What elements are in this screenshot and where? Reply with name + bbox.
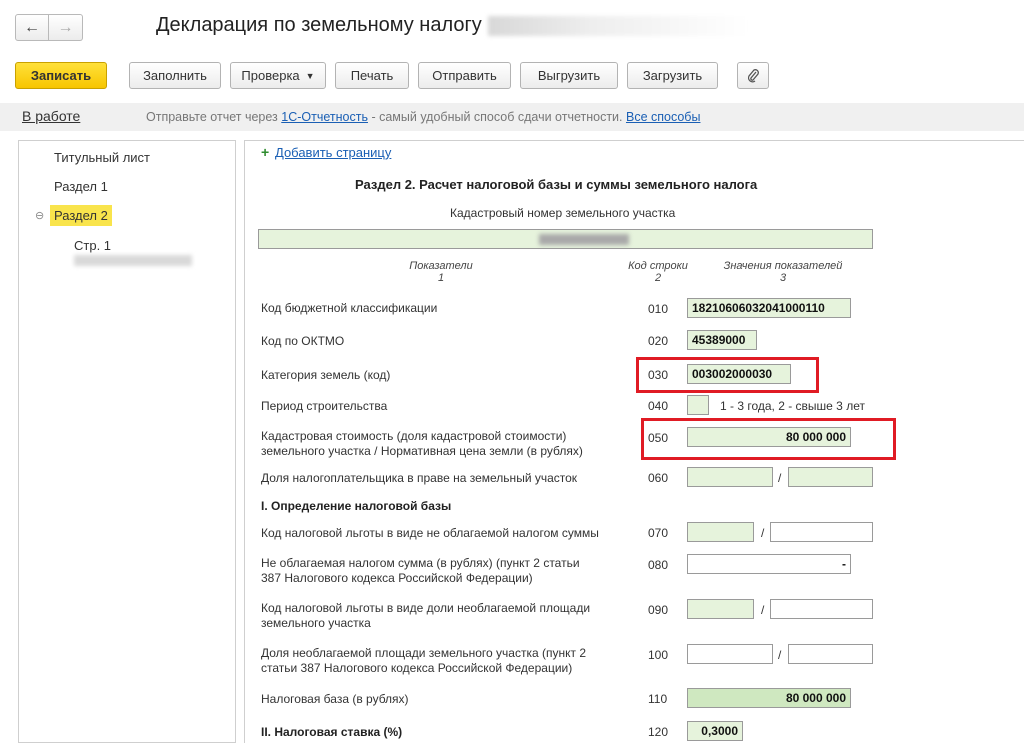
row-060-slash: /	[778, 471, 782, 485]
row-120-value[interactable]: 0,3000	[687, 721, 743, 741]
row-010-code: 010	[648, 302, 669, 316]
row-090-slash: /	[761, 603, 765, 617]
row-020-code: 020	[648, 334, 669, 348]
row-060-numerator[interactable]	[687, 467, 773, 487]
row-080-label: Не облагаемая налогом сумма (в рублях) (…	[261, 556, 580, 586]
column-indicators-num: 1	[437, 272, 445, 284]
column-indicators-label: Показатели	[409, 260, 473, 272]
row-100-label-line1: Доля необлагаемой площади земельного уча…	[261, 646, 587, 660]
page-title: Декларация по земельному налогу	[156, 14, 748, 37]
import-button[interactable]: Загрузить	[627, 62, 718, 89]
row-060-denominator[interactable]	[788, 467, 873, 487]
all-methods-link[interactable]: Все способы	[626, 110, 700, 124]
row-120-label: II. Налоговая ставка (%)	[261, 725, 403, 739]
row-050-label-line1: Кадастровая стоимость (доля кадастровой …	[261, 429, 567, 443]
column-code-header: Код строки 2	[618, 260, 698, 284]
sections-tree: Титульный лист Раздел 1 ⊖ Раздел 2 Стр. …	[18, 140, 236, 743]
reporting-link[interactable]: 1С-Отчетность	[281, 110, 368, 124]
paperclip-icon[interactable]	[737, 62, 769, 89]
row-080-label-line1: Не облагаемая налогом сумма (в рублях) (…	[261, 556, 580, 570]
row-080-label-line2: 387 Налогового кодекса Российской Федера…	[261, 571, 533, 585]
row-100-numerator[interactable]	[687, 644, 773, 664]
send-button[interactable]: Отправить	[418, 62, 511, 89]
column-values-num: 3	[779, 272, 787, 284]
row-040-value[interactable]	[687, 395, 709, 415]
redacted-title-suffix	[487, 15, 748, 36]
row-100-label-line2: статьи 387 Налогового кодекса Российской…	[261, 661, 573, 675]
row-010-value[interactable]: 18210606032041000110	[687, 298, 851, 318]
row-110-code: 110	[648, 692, 668, 706]
row-080-code: 080	[648, 558, 669, 572]
row-020-label: Код по ОКТМО	[261, 334, 345, 348]
redacted-page-subtitle	[74, 255, 192, 266]
row-090-label: Код налоговой льготы в виде доли необлаг…	[261, 601, 590, 631]
info-bar: В работе Отправьте отчет через 1С-Отчетн…	[0, 103, 1024, 131]
column-code-num: 2	[654, 272, 662, 284]
column-indicators-header: Показатели 1	[385, 260, 497, 284]
print-button[interactable]: Печать	[335, 62, 409, 89]
row-050-label-line2: земельного участка / Нормативная цена зе…	[261, 444, 583, 458]
row-070-slash: /	[761, 526, 765, 540]
row-090-label-line2: земельного участка	[261, 616, 371, 630]
row-050-label: Кадастровая стоимость (доля кадастровой …	[261, 429, 583, 459]
cadastral-label: Кадастровый номер земельного участка	[450, 206, 676, 220]
row-100-slash: /	[778, 648, 782, 662]
cadastral-number-field[interactable]	[258, 229, 873, 249]
row-030-label: Категория земель (код)	[261, 368, 391, 382]
status-link[interactable]: В работе	[22, 108, 80, 124]
row-100-code: 100	[648, 648, 669, 662]
toolbar: Записать Заполнить Проверка ▼ Печать Отпр…	[15, 62, 778, 89]
row-070-label: Код налоговой льготы в виде не облагаемо…	[261, 526, 599, 540]
save-button[interactable]: Записать	[15, 62, 107, 89]
highlight-box-030	[636, 357, 819, 393]
tree-item-title-page[interactable]: Титульный лист	[54, 150, 150, 165]
row-040-code: 040	[648, 399, 669, 413]
declaration-form: + Добавить страницу Раздел 2. Расчет нал…	[244, 140, 1024, 743]
row-110-label: Налоговая база (в рублях)	[261, 692, 409, 706]
subhead-tax-base: I. Определение налоговой базы	[261, 499, 452, 513]
row-110-value: 80 000 000	[687, 688, 851, 708]
row-070-code-value[interactable]	[687, 522, 754, 542]
row-070-param-value[interactable]	[770, 522, 873, 542]
chevron-down-icon: ▼	[305, 70, 315, 81]
row-040-label: Период строительства	[261, 399, 388, 413]
plus-icon: +	[261, 144, 270, 160]
column-values-label: Значения показателей	[723, 260, 843, 272]
info-text-middle: - самый удобный способ сдачи отчетности.	[367, 110, 626, 124]
tree-item-section-2[interactable]: Раздел 2	[50, 205, 112, 226]
collapse-icon[interactable]: ⊖	[35, 209, 44, 222]
highlight-box-050	[641, 418, 896, 460]
row-040-hint: 1 - 3 года, 2 - свыше 3 лет	[720, 399, 865, 413]
check-button-label: Проверка	[241, 68, 300, 83]
row-100-denominator[interactable]	[788, 644, 873, 664]
row-100-label: Доля необлагаемой площади земельного уча…	[261, 646, 586, 676]
section-title: Раздел 2. Расчет налоговой базы и суммы …	[355, 177, 758, 192]
tree-item-page-1[interactable]: Стр. 1	[74, 238, 111, 253]
export-button[interactable]: Выгрузить	[520, 62, 618, 89]
arrow-left-icon[interactable]: ←	[15, 14, 49, 41]
row-020-value[interactable]: 45389000	[687, 330, 757, 350]
check-dropdown-button[interactable]: Проверка ▼	[230, 62, 326, 89]
fill-button[interactable]: Заполнить	[129, 62, 221, 89]
row-010-label: Код бюджетной классификации	[261, 301, 438, 315]
redacted-cadastral-number	[539, 234, 629, 245]
info-text-before: Отправьте отчет через	[146, 110, 282, 124]
row-080-value[interactable]: -	[687, 554, 851, 574]
arrow-right-icon[interactable]: →	[49, 14, 83, 41]
page-title-text: Декларация по земельному налогу	[156, 14, 482, 36]
row-090-label-line1: Код налоговой льготы в виде доли необлаг…	[261, 601, 591, 615]
row-070-code: 070	[648, 526, 669, 540]
row-090-code-value[interactable]	[687, 599, 754, 619]
row-060-label: Доля налогоплательщика в праве на земель…	[261, 471, 578, 485]
add-page-link[interactable]: Добавить страницу	[275, 145, 391, 160]
column-code-label: Код строки	[628, 260, 688, 272]
row-090-param-value[interactable]	[770, 599, 873, 619]
info-text: Отправьте отчет через 1С-Отчетность - са…	[146, 110, 700, 124]
tree-item-section-1[interactable]: Раздел 1	[54, 179, 108, 194]
row-060-code: 060	[648, 471, 669, 485]
row-090-code: 090	[648, 603, 669, 617]
row-120-code: 120	[648, 725, 669, 739]
navigation-buttons: ← →	[15, 14, 83, 41]
column-values-header: Значения показателей 3	[713, 260, 853, 284]
